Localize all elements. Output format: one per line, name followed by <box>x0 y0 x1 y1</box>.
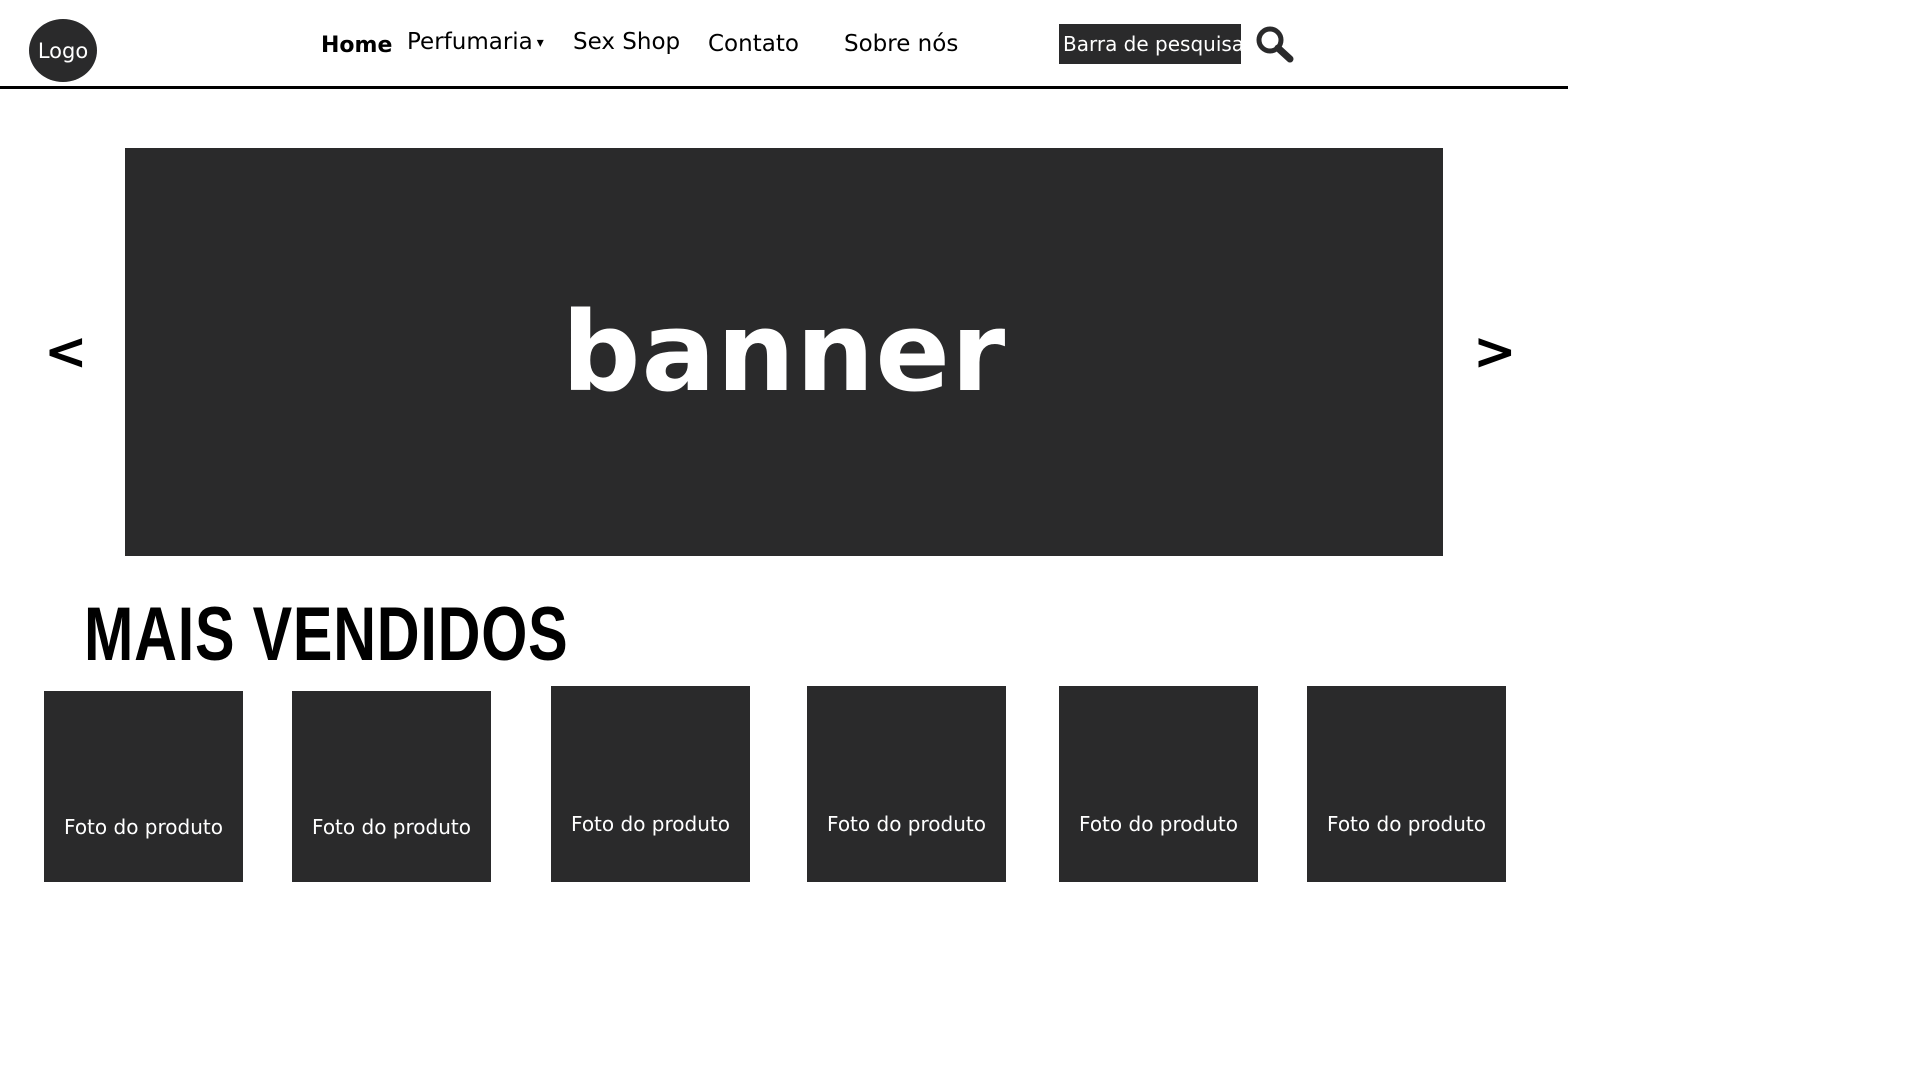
product-label: Foto do produto <box>571 812 730 836</box>
search-input[interactable] <box>1059 24 1241 64</box>
logo-label: Logo <box>37 38 89 63</box>
banner-label: banner <box>561 288 1007 416</box>
carousel-prev-button[interactable]: < <box>44 322 88 382</box>
nav-perfumaria[interactable]: Perfumaria ▾ <box>407 22 544 62</box>
product-label: Foto do produto <box>1079 812 1238 836</box>
product-card[interactable]: Foto do produto <box>44 691 243 882</box>
search-icon[interactable] <box>1255 26 1295 64</box>
nav-sobre-nos[interactable]: Sobre nós <box>844 24 958 64</box>
nav-contato[interactable]: Contato <box>708 24 799 64</box>
product-label: Foto do produto <box>64 814 223 839</box>
carousel-next-button[interactable]: > <box>1473 322 1517 382</box>
header-divider <box>0 86 1568 89</box>
banner[interactable]: banner <box>125 148 1443 556</box>
nav-home[interactable]: Home <box>321 26 392 66</box>
product-label: Foto do produto <box>312 814 471 839</box>
logo[interactable]: Logo <box>29 19 97 82</box>
chevron-down-icon: ▾ <box>536 34 544 51</box>
product-card[interactable]: Foto do produto <box>1059 686 1258 882</box>
product-card[interactable]: Foto do produto <box>551 686 750 882</box>
product-label: Foto do produto <box>827 812 986 836</box>
nav-perfumaria-label: Perfumaria <box>407 29 533 55</box>
section-title: MAIS VENDIDOS <box>84 592 569 677</box>
nav-sex-shop[interactable]: Sex Shop <box>573 22 680 62</box>
product-label: Foto do produto <box>1327 812 1486 836</box>
product-card[interactable]: Foto do produto <box>807 686 1006 882</box>
product-card[interactable]: Foto do produto <box>1307 686 1506 882</box>
page: Logo Home Perfumaria ▾ Sex Shop Contato S… <box>0 0 1568 882</box>
product-card[interactable]: Foto do produto <box>292 691 491 882</box>
